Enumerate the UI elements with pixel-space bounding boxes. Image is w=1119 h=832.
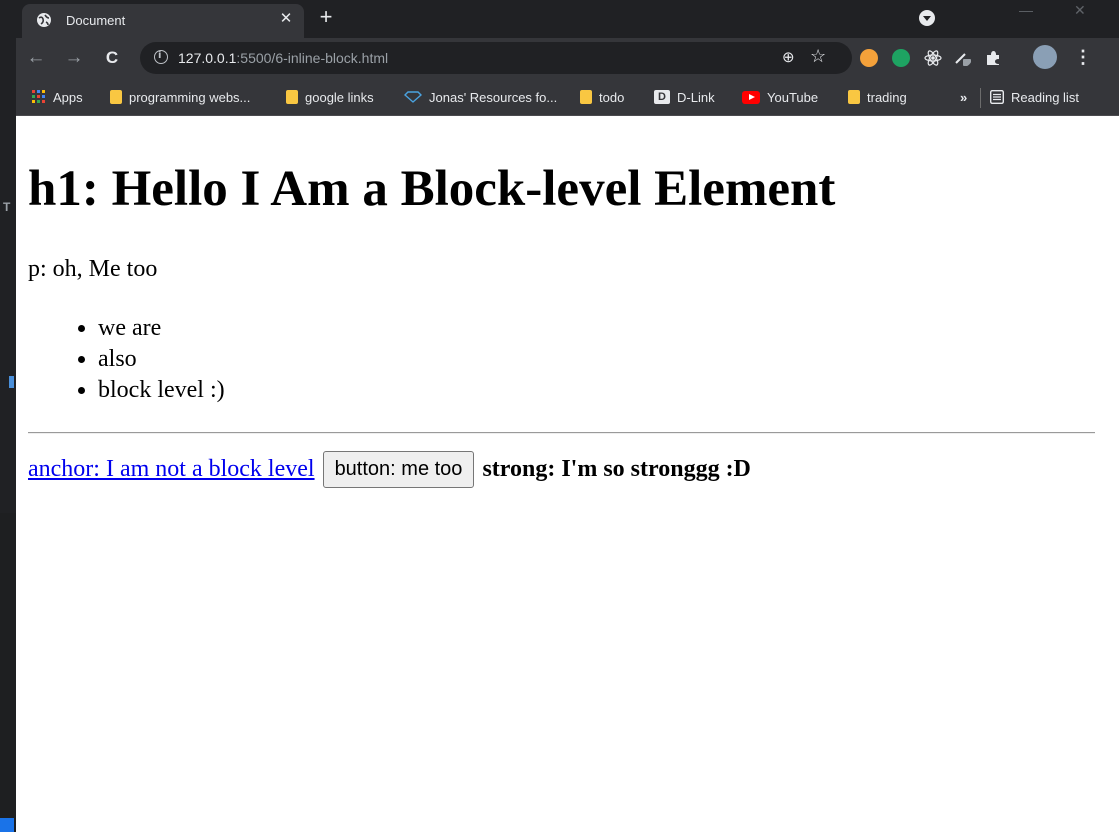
youtube-icon xyxy=(742,90,760,104)
browser-window: Document ✕ + — ✕ ← → C 127.0.0.1:5500/6-… xyxy=(16,0,1119,832)
background-editor-strip: T xyxy=(0,0,16,832)
bookmark-todo[interactable]: todo xyxy=(580,88,624,106)
page-paragraph: p: oh, Me too xyxy=(28,256,158,282)
color-picker-icon[interactable] xyxy=(954,49,972,67)
bookmark-label: Apps xyxy=(53,89,83,105)
extension-green-icon[interactable] xyxy=(892,49,910,67)
block-list: we are also block level :) xyxy=(56,313,225,406)
react-devtools-icon[interactable] xyxy=(924,49,942,67)
bookmark-youtube[interactable]: YouTube xyxy=(742,88,818,106)
minimize-icon[interactable]: — xyxy=(1019,2,1033,18)
address-bar[interactable]: 127.0.0.1:5500/6-inline-block.html ⊕ ☆ xyxy=(140,42,852,74)
bookmark-label: YouTube xyxy=(767,89,819,105)
diamond-icon xyxy=(404,91,422,103)
apps-grid-icon xyxy=(32,90,45,103)
bookmark-programming[interactable]: programming webs... xyxy=(110,88,250,106)
forward-button[interactable]: → xyxy=(62,46,86,70)
folder-icon xyxy=(110,90,122,104)
list-item: we are xyxy=(98,313,225,344)
bookmarks-bar: Apps programming webs... google links Jo… xyxy=(16,78,1119,116)
bookmark-label: Jonas' Resources fo... xyxy=(429,89,558,105)
page-viewport: h1: Hello I Am a Block-level Element p: … xyxy=(16,116,1119,832)
bookmark-dlink[interactable]: D D-Link xyxy=(654,88,715,106)
tab-search-icon[interactable] xyxy=(919,10,935,26)
tab-title: Document xyxy=(66,13,126,28)
window-close-icon[interactable]: ✕ xyxy=(1074,2,1086,19)
editor-marker xyxy=(9,376,14,388)
bookmark-trading[interactable]: trading xyxy=(848,88,907,106)
editor-panel xyxy=(0,513,16,832)
more-bookmarks-chevron-icon[interactable]: » xyxy=(960,88,967,106)
folder-icon xyxy=(580,90,592,104)
bookmark-apps[interactable]: Apps xyxy=(32,88,83,106)
profile-avatar[interactable] xyxy=(1033,45,1057,69)
menu-icon[interactable]: ⋮ xyxy=(1074,47,1092,67)
page-heading: h1: Hello I Am a Block-level Element xyxy=(28,161,836,217)
inline-elements-row: anchor: I am not a block level button: m… xyxy=(28,451,751,488)
editor-glyph: T xyxy=(3,200,11,214)
strong-text: strong: I'm so stronggg :D xyxy=(482,456,751,482)
editor-status-marker xyxy=(0,818,14,832)
bookmark-label: programming webs... xyxy=(129,89,251,105)
anchor-link[interactable]: anchor: I am not a block level xyxy=(28,456,315,483)
list-item: block level :) xyxy=(98,375,225,406)
me-too-button[interactable]: button: me too xyxy=(322,451,475,488)
url-path: :5500/6-inline-block.html xyxy=(236,50,389,66)
horizontal-rule xyxy=(28,432,1095,434)
bookmark-google-links[interactable]: google links xyxy=(286,88,374,106)
bookmark-jonas-resources[interactable]: Jonas' Resources fo... xyxy=(404,88,557,106)
zoom-icon[interactable]: ⊕ xyxy=(782,48,795,66)
tab-strip: Document ✕ + — ✕ xyxy=(16,0,1119,38)
dlink-icon: D xyxy=(654,90,670,104)
bookmark-label: todo xyxy=(599,89,625,105)
site-info-icon[interactable] xyxy=(154,50,168,64)
bookmark-label: trading xyxy=(867,89,907,105)
extensions-puzzle-icon[interactable] xyxy=(984,49,1002,67)
globe-icon xyxy=(37,13,51,27)
bookmark-star-icon[interactable]: ☆ xyxy=(810,46,826,67)
back-button[interactable]: ← xyxy=(24,46,48,70)
bookmark-label: google links xyxy=(305,89,374,105)
new-tab-button[interactable]: + xyxy=(314,6,338,30)
bookmarks-divider xyxy=(980,88,981,108)
url-host: 127.0.0.1 xyxy=(178,50,237,66)
tab-close-icon[interactable]: ✕ xyxy=(276,9,296,29)
extension-face-icon[interactable] xyxy=(860,49,878,67)
folder-icon xyxy=(848,90,860,104)
reading-list-button[interactable]: Reading list xyxy=(990,88,1079,106)
reading-list-label: Reading list xyxy=(1011,89,1079,105)
url-text[interactable]: 127.0.0.1:5500/6-inline-block.html xyxy=(178,50,388,66)
bookmark-label: D-Link xyxy=(677,89,715,105)
browser-toolbar: ← → C 127.0.0.1:5500/6-inline-block.html… xyxy=(16,38,1119,78)
list-item: also xyxy=(98,344,225,375)
folder-icon xyxy=(286,90,298,104)
tab-document[interactable]: Document ✕ xyxy=(22,4,304,38)
reload-button[interactable]: C xyxy=(100,46,124,70)
reading-list-icon xyxy=(990,90,1004,104)
